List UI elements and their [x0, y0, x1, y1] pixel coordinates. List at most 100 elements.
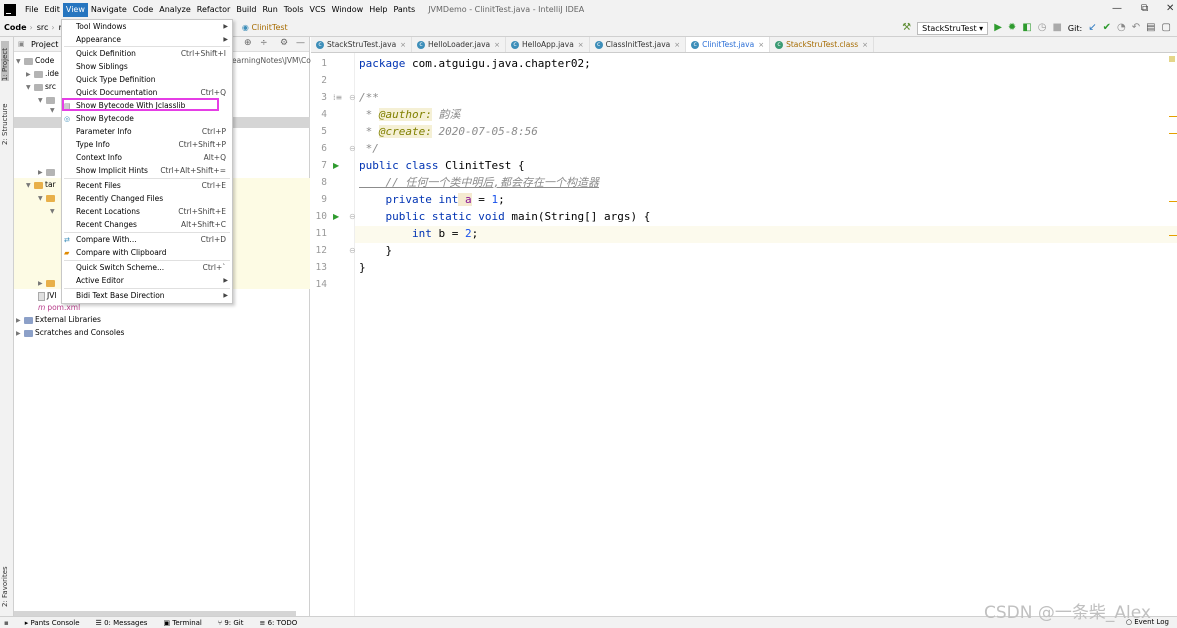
run-toolbar: ⚒ StackStruTest ▾ ▶ ✹ ◧ ◷ ■ Git: ↙ ✔ ◔ ↶…: [902, 19, 1177, 37]
tool-tab-favorites[interactable]: 2: Favorites: [1, 557, 9, 607]
tree-item-test[interactable]: ▶: [38, 165, 57, 178]
tree-item-external-libraries[interactable]: ▶ External Libraries: [16, 313, 101, 326]
menu-run[interactable]: Run: [259, 3, 280, 17]
menu-analyze[interactable]: Analyze: [156, 3, 194, 17]
git-rollback-icon[interactable]: ↶: [1132, 19, 1140, 37]
run-class-icon[interactable]: ▶: [333, 157, 339, 174]
menu-pants[interactable]: Pants: [390, 3, 418, 17]
close-icon[interactable]: ×: [674, 41, 680, 49]
warning-marker[interactable]: [1169, 201, 1177, 202]
coverage-icon[interactable]: ◧: [1022, 19, 1031, 37]
close-icon[interactable]: ×: [494, 41, 500, 49]
project-panel-title[interactable]: Project: [31, 40, 58, 49]
menu-item-bidi-text-direction[interactable]: Bidi Text Base Direction ▶: [62, 289, 232, 302]
tab-stackstrutest-java[interactable]: c StackStruTest.java ×: [311, 37, 413, 52]
menu-item-tool-windows[interactable]: Tool Windows ▶: [62, 20, 232, 33]
menu-help[interactable]: Help: [366, 3, 390, 17]
tab-classinittest-java[interactable]: c ClassInitTest.java ×: [590, 37, 687, 52]
menu-item-quick-type-definition[interactable]: Quick Type Definition: [62, 73, 232, 86]
menu-item-show-bytecode[interactable]: ◎ Show Bytecode: [62, 112, 232, 125]
menu-item-quick-definition[interactable]: Quick Definition Ctrl+Shift+I: [62, 47, 232, 60]
menu-item-compare-with[interactable]: ⇄ Compare With... Ctrl+D: [62, 233, 232, 246]
restore-button[interactable]: ⧉: [1141, 3, 1148, 14]
tree-item-generated[interactable]: ▶: [38, 276, 57, 289]
run-main-icon[interactable]: ▶: [333, 208, 339, 225]
close-icon[interactable]: ×: [400, 41, 406, 49]
collapse-icon[interactable]: ÷: [260, 38, 268, 48]
menu-item-appearance[interactable]: Appearance ▶: [62, 33, 232, 46]
messages-tab[interactable]: ☰ 0: Messages: [96, 619, 148, 627]
tree-item-com[interactable]: ▼: [50, 204, 58, 217]
menu-code[interactable]: Code: [130, 3, 156, 17]
hammer-build-icon[interactable]: ⚒: [902, 19, 911, 37]
tab-clinittest-java[interactable]: c ClinitTest.java ×: [686, 37, 771, 52]
doc-toggle-icon[interactable]: ⁞≡: [333, 89, 342, 106]
menu-item-show-siblings[interactable]: Show Siblings: [62, 60, 232, 73]
menu-item-quick-switch-scheme[interactable]: Quick Switch Scheme... Ctrl+`: [62, 261, 232, 274]
git-tab[interactable]: ⑂ 9: Git: [218, 619, 244, 627]
menu-edit[interactable]: Edit: [41, 3, 63, 17]
git-update-icon[interactable]: ↙: [1088, 19, 1096, 37]
warning-marker[interactable]: [1169, 235, 1177, 236]
menu-item-show-implicit-hints[interactable]: Show Implicit Hints Ctrl+Alt+Shift+=: [62, 164, 232, 177]
menu-refactor[interactable]: Refactor: [194, 3, 234, 17]
menu-item-recent-changes[interactable]: Recent Changes Alt+Shift+C: [62, 218, 232, 231]
tool-tab-project[interactable]: 1: Project: [1, 41, 9, 81]
todo-tab[interactable]: ≡ 6: TODO: [259, 619, 297, 627]
stop-icon[interactable]: ■: [1052, 19, 1061, 37]
menu-navigate[interactable]: Navigate: [88, 3, 130, 17]
menu-file[interactable]: File: [22, 3, 41, 17]
close-icon[interactable]: ×: [862, 41, 868, 49]
toggle-tool-windows-icon[interactable]: ▪: [4, 619, 9, 627]
tree-item-code[interactable]: ▼ Code: [16, 54, 54, 67]
menu-view[interactable]: View: [62, 2, 88, 17]
close-icon[interactable]: ×: [578, 41, 584, 49]
menu-window[interactable]: Window: [329, 3, 367, 17]
tool-tab-structure[interactable]: 2: Structure: [1, 95, 9, 145]
menu-item-recent-files[interactable]: Recent Files Ctrl+E: [62, 179, 232, 192]
hide-panel-icon[interactable]: —: [296, 38, 305, 48]
profile-icon[interactable]: ◷: [1038, 19, 1047, 37]
menu-item-type-info[interactable]: Type Info Ctrl+Shift+P: [62, 138, 232, 151]
menu-item-active-editor[interactable]: Active Editor ▶: [62, 274, 232, 287]
tree-item-scratches[interactable]: ▶ Scratches and Consoles: [16, 326, 124, 339]
project-structure-icon[interactable]: ▤: [1146, 19, 1155, 37]
minimize-button[interactable]: —: [1112, 3, 1122, 14]
tab-stackstrutest-class[interactable]: c StackStruTest.class ×: [770, 37, 875, 52]
debug-icon[interactable]: ✹: [1008, 19, 1016, 37]
breadcrumb-class[interactable]: ◉ ClinitTest: [242, 23, 288, 32]
menu-item-recent-locations[interactable]: Recent Locations Ctrl+Shift+E: [62, 205, 232, 218]
tree-item-src[interactable]: ▼ src: [26, 80, 56, 93]
run-icon[interactable]: ▶: [994, 19, 1002, 37]
tree-item-idea[interactable]: ▶ .ide: [26, 67, 59, 80]
menu-item-context-info[interactable]: Context Info Alt+Q: [62, 151, 232, 164]
tab-helloapp-java[interactable]: c HelloApp.java ×: [506, 37, 590, 52]
menu-item-parameter-info[interactable]: Parameter Info Ctrl+P: [62, 125, 232, 138]
tab-helloloader-java[interactable]: c HelloLoader.java ×: [412, 37, 507, 52]
menu-item-recently-changed-files[interactable]: Recently Changed Files: [62, 192, 232, 205]
menu-build[interactable]: Build: [233, 3, 259, 17]
gear-icon[interactable]: ⚙: [280, 38, 288, 48]
tree-item-classes[interactable]: ▼: [38, 191, 57, 204]
breadcrumb-src[interactable]: src: [37, 23, 49, 32]
editor-gutter[interactable]: 1 2 3 4 5 6 7 8 9 10 11 12 13 14 ⁞≡ ⊖ ⊖ …: [311, 53, 356, 616]
pants-console-tab[interactable]: ▸ Pants Console: [25, 619, 80, 627]
menu-item-compare-clipboard[interactable]: ▰ Compare with Clipboard: [62, 246, 232, 259]
warning-marker[interactable]: [1169, 116, 1177, 117]
close-icon[interactable]: ×: [758, 41, 764, 49]
search-everywhere-icon[interactable]: ▢: [1162, 19, 1171, 37]
inspection-status-icon[interactable]: [1169, 56, 1175, 62]
run-configuration-select[interactable]: StackStruTest ▾: [917, 21, 989, 35]
menu-tools[interactable]: Tools: [281, 3, 307, 17]
locate-icon[interactable]: ⊕: [244, 38, 252, 48]
tree-item-java[interactable]: ▼: [50, 103, 58, 116]
code-editor[interactable]: package com.atguigu.java.chapter02; /** …: [355, 53, 1177, 616]
breadcrumb-project[interactable]: Code: [4, 23, 27, 32]
close-button[interactable]: ✕: [1166, 3, 1174, 14]
warning-marker[interactable]: [1169, 133, 1177, 134]
git-commit-icon[interactable]: ✔: [1103, 19, 1111, 37]
menu-vcs[interactable]: VCS: [307, 3, 329, 17]
git-history-icon[interactable]: ◔: [1117, 19, 1126, 37]
terminal-tab[interactable]: ▣ Terminal: [163, 619, 201, 627]
tree-item-target[interactable]: ▼ tar: [26, 178, 56, 191]
